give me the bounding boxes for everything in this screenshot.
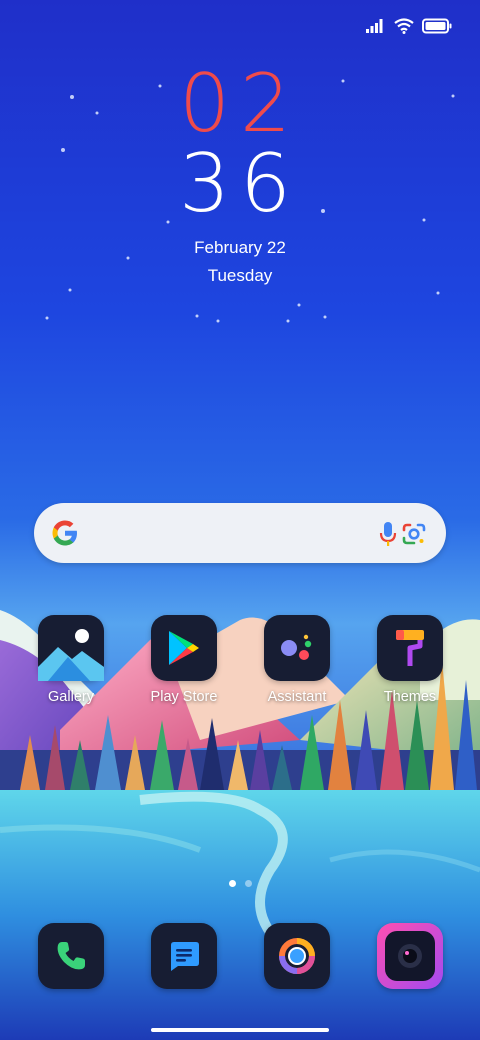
wifi-icon: [394, 18, 414, 34]
clock-hour: 02: [179, 57, 301, 150]
page-indicator[interactable]: [0, 880, 480, 887]
clock-weekday: Tuesday: [207, 266, 273, 285]
messages-icon: [171, 942, 199, 971]
dock-browser[interactable]: [264, 923, 330, 989]
page-dot-active[interactable]: [228, 880, 236, 887]
clock-date: February 22: [194, 238, 286, 257]
dock-phone[interactable]: [38, 923, 104, 989]
signal-icon: [366, 19, 383, 33]
dock-messages[interactable]: [151, 923, 217, 989]
app-play-store[interactable]: Play Store: [134, 615, 234, 705]
home-screen: 02 36 February 22 Tuesday Gallery Play S…: [0, 0, 480, 1040]
google-g-icon: [52, 520, 77, 546]
phone-icon: [57, 942, 85, 970]
app-label: Assistant: [267, 689, 327, 705]
app-label: Play Store: [150, 689, 218, 705]
mic-icon[interactable]: [376, 520, 400, 548]
dock-camera[interactable]: [377, 923, 443, 989]
play-store-icon: [151, 615, 217, 681]
home-indicator[interactable]: [151, 1028, 329, 1032]
app-label: Themes: [383, 689, 437, 705]
app-label: Gallery: [48, 689, 94, 705]
camera-icon: [385, 931, 435, 981]
google-search-bar[interactable]: [34, 503, 446, 563]
clock-minute: 36: [179, 137, 301, 230]
status-bar: [366, 14, 452, 38]
lens-camera-icon[interactable]: [400, 520, 428, 548]
gallery-icon: [38, 615, 104, 681]
clock-widget[interactable]: 02 36 February 22 Tuesday: [0, 64, 480, 290]
assistant-icon: [264, 615, 330, 681]
battery-icon: [422, 18, 452, 34]
app-gallery[interactable]: Gallery: [21, 615, 121, 705]
themes-icon: [377, 615, 443, 681]
app-assistant[interactable]: Assistant: [247, 615, 347, 705]
app-themes[interactable]: Themes: [360, 615, 460, 705]
page-dot[interactable]: [244, 880, 252, 887]
browser-icon: [279, 938, 315, 974]
